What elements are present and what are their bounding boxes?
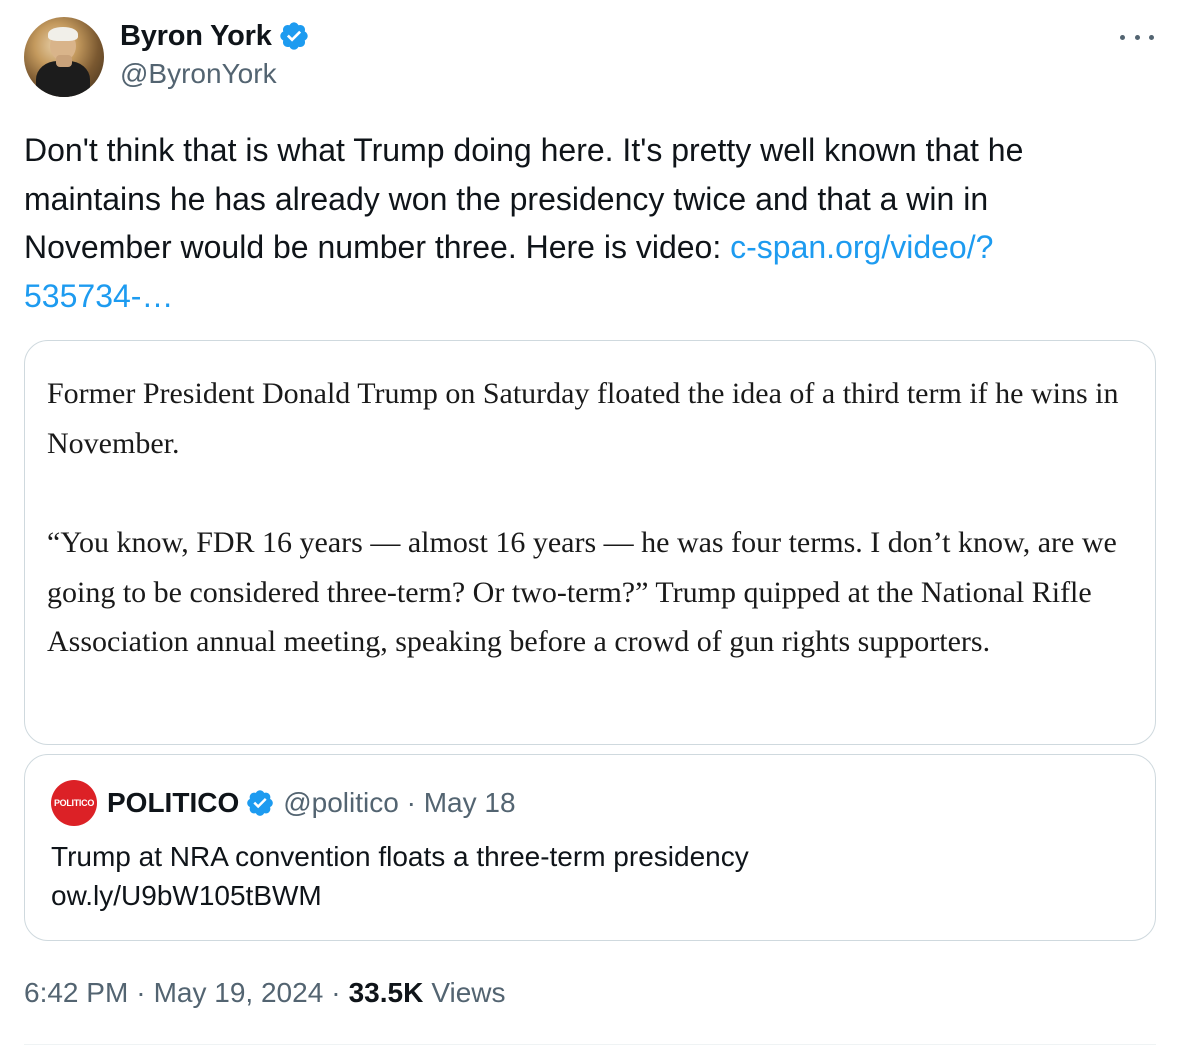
author-name-row: Byron York — [120, 18, 310, 54]
quoted-handle-date[interactable]: @politico · May 18 — [283, 787, 515, 819]
tweet-text-line: Don't think that is what Trump doing her… — [24, 132, 1024, 168]
tweet-footer: 6:42 PM · May 19, 2024 · 33.5K Views — [24, 977, 506, 1009]
quoted-text-line: Trump at NRA convention floats a three-t… — [51, 841, 749, 872]
more-options-icon[interactable] — [1120, 22, 1154, 52]
tweet-text: Don't think that is what Trump doing her… — [24, 126, 1156, 320]
author-avatar[interactable] — [24, 17, 104, 97]
divider — [24, 1044, 1156, 1045]
separator: · — [136, 977, 146, 1008]
quoted-author-name[interactable]: POLITICO — [107, 787, 239, 819]
tweet-text-line: maintains he has already won the preside… — [24, 180, 989, 217]
tweet-time[interactable]: 6:42 PM — [24, 977, 128, 1009]
tweet-date[interactable]: May 19, 2024 — [154, 977, 324, 1009]
verified-badge-icon — [279, 22, 308, 50]
quote-paragraph: “You know, FDR 16 years — almost 16 year… — [47, 526, 1117, 658]
quoted-tweet-header: POLITICO POLITICO @politico · May 18 — [51, 780, 516, 826]
quote-paragraph: Former President Donald Trump on Saturda… — [47, 377, 1119, 460]
quote-image-card[interactable]: Former President Donald Trump on Saturda… — [24, 340, 1156, 745]
quoted-link[interactable]: ow.ly/U9bW105tBWM — [51, 880, 322, 911]
author-handle[interactable]: @ByronYork — [120, 58, 277, 90]
tweet-header: Byron York @ByronYork — [24, 14, 1156, 98]
views-label: Views — [431, 977, 506, 1008]
quoted-tweet-text: Trump at NRA convention floats a three-t… — [51, 837, 749, 915]
separator: · — [331, 977, 341, 1008]
author-display-name[interactable]: Byron York — [120, 20, 272, 53]
politico-avatar[interactable]: POLITICO — [51, 780, 97, 826]
tweet-text-line: November would be number three. Here is … — [24, 229, 731, 265]
views-count: 33.5K — [348, 977, 424, 1008]
quoted-tweet[interactable]: POLITICO POLITICO @politico · May 18 Tru… — [24, 754, 1156, 941]
verified-badge-icon — [247, 790, 274, 816]
